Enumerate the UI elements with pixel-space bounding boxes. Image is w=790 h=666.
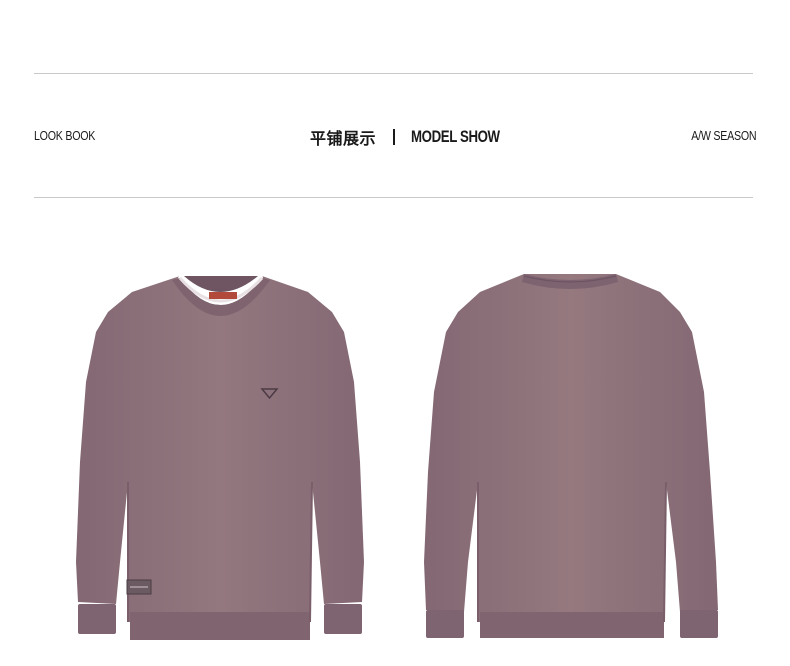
bottom-divider-line: [34, 197, 753, 198]
top-divider-line: [34, 73, 753, 74]
sweatshirt-back-image: [424, 274, 718, 638]
section-title: 平铺展示 MODEL SHOW: [310, 125, 525, 149]
section-title-en: MODEL SHOW: [411, 127, 500, 146]
look-book-label: LOOK BOOK: [34, 128, 96, 143]
season-label: A/W SEASON: [690, 128, 756, 143]
section-title-cn: 平铺展示: [310, 131, 377, 148]
sweatshirt-front-image: [76, 274, 364, 640]
title-separator: [393, 129, 396, 145]
